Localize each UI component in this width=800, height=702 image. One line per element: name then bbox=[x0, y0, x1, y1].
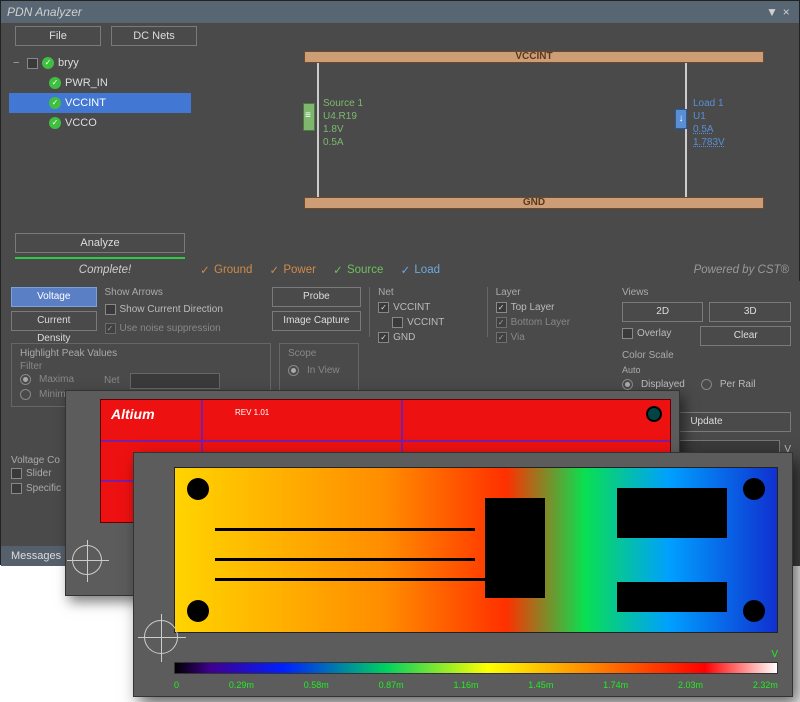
net-vccint-checkbox[interactable]: VCCINT bbox=[378, 302, 478, 313]
analyze-button[interactable]: Analyze bbox=[15, 233, 185, 253]
color-scale-bar bbox=[174, 662, 778, 674]
load-ref: U1 bbox=[693, 110, 725, 123]
status-ok-icon: ✓ bbox=[49, 97, 61, 109]
via-checkbox[interactable]: Via bbox=[496, 332, 606, 343]
close-button[interactable]: × bbox=[779, 5, 793, 19]
tree-item-label: VCCO bbox=[65, 117, 97, 129]
highlight-heading: Highlight Peak Values bbox=[20, 348, 262, 359]
load-info: Load 1 U1 0.5A 1.783V bbox=[693, 97, 725, 149]
pcb-thermal-window[interactable]: V 0 0.29m 0.58m 0.87m 1.16m 1.45m 1.74m … bbox=[133, 452, 793, 697]
scale-unit: V bbox=[771, 649, 778, 660]
tree-item-pwr-in[interactable]: ✓ PWR_IN bbox=[9, 73, 191, 93]
source-title: Source 1 bbox=[323, 97, 363, 110]
views-heading: Views bbox=[622, 287, 791, 298]
check-icon: ✓ bbox=[268, 264, 280, 276]
source-voltage: 1.8V bbox=[323, 123, 363, 136]
tree-root-row[interactable]: − ✓ bryy bbox=[9, 53, 191, 73]
highlight-net-dropdown[interactable] bbox=[130, 373, 220, 389]
view-2d-button[interactable]: 2D bbox=[622, 302, 704, 322]
pcb-brand: Altium bbox=[111, 406, 155, 422]
status-bar: Complete! ✓Ground ✓Power ✓Source ✓Load P… bbox=[1, 259, 799, 281]
image-capture-button[interactable]: Image Capture bbox=[272, 311, 362, 331]
tab-file[interactable]: File bbox=[15, 26, 101, 46]
view-3d-button[interactable]: 3D bbox=[709, 302, 791, 322]
net-vccint-sub-checkbox[interactable]: VCCINT bbox=[378, 317, 478, 328]
window-title: PDN Analyzer bbox=[7, 5, 82, 19]
pcb-rev: REV 1.01 bbox=[235, 408, 269, 417]
displayed-radio[interactable] bbox=[622, 379, 633, 390]
scale-ticks: 0 0.29m 0.58m 0.87m 1.16m 1.45m 1.74m 2.… bbox=[174, 680, 778, 690]
net-gnd-checkbox[interactable]: GND bbox=[378, 332, 478, 343]
source-current: 0.5A bbox=[323, 136, 363, 149]
check-icon: ✓ bbox=[332, 264, 344, 276]
root-checkbox[interactable] bbox=[27, 58, 38, 69]
legend-load: ✓Load bbox=[399, 264, 440, 276]
net-heading: Net bbox=[378, 287, 478, 298]
probe-button[interactable]: Probe bbox=[272, 287, 362, 307]
expand-icon[interactable]: − bbox=[13, 57, 23, 69]
load-current: 0.5A bbox=[693, 123, 725, 136]
pcb-thermal-view[interactable] bbox=[174, 467, 778, 633]
source-block[interactable] bbox=[303, 103, 315, 131]
origin-marker-icon bbox=[144, 620, 178, 654]
source-ref: U4.R19 bbox=[323, 110, 363, 123]
tree-root-label: bryy bbox=[58, 57, 79, 69]
source-info: Source 1 U4.R19 1.8V 0.5A bbox=[323, 97, 363, 149]
net-tree: − ✓ bryy ✓ PWR_IN ✓ VCCINT ✓ VCCO bbox=[1, 49, 199, 233]
power-rail-top[interactable]: VCCINT bbox=[304, 51, 764, 63]
analyze-status: Complete! bbox=[11, 264, 199, 276]
tab-dc-nets[interactable]: DC Nets bbox=[111, 26, 197, 46]
filter-label: Filter bbox=[20, 361, 74, 372]
load-voltage: 1.783V bbox=[693, 136, 725, 149]
check-icon: ✓ bbox=[399, 264, 411, 276]
powered-by: Powered by CST® bbox=[694, 264, 789, 276]
mounting-hole-icon bbox=[646, 406, 662, 422]
schematic-view[interactable]: VCCINT GND ↓ Source 1 U4.R19 1.8V 0.5A L… bbox=[199, 49, 799, 233]
in-view-radio[interactable] bbox=[288, 365, 299, 376]
top-tabs: File DC Nets bbox=[1, 23, 799, 49]
bottom-layer-checkbox[interactable]: Bottom Layer bbox=[496, 317, 606, 328]
layer-heading: Layer bbox=[496, 287, 606, 298]
legend-power: ✓Power bbox=[268, 264, 316, 276]
overlay-checkbox[interactable]: Overlay bbox=[622, 326, 695, 341]
current-density-button[interactable]: Current Density bbox=[11, 311, 97, 331]
show-current-direction-checkbox[interactable]: Show Current Direction bbox=[105, 302, 264, 317]
tree-item-vcco[interactable]: ✓ VCCO bbox=[9, 113, 191, 133]
load-block[interactable]: ↓ bbox=[675, 109, 687, 129]
check-icon: ✓ bbox=[199, 264, 211, 276]
power-rail-bottom[interactable]: GND bbox=[304, 197, 764, 209]
per-rail-radio[interactable] bbox=[701, 379, 712, 390]
status-ok-icon: ✓ bbox=[49, 77, 61, 89]
voltage-button[interactable]: Voltage bbox=[11, 287, 97, 307]
messages-tab[interactable]: Messages bbox=[1, 546, 71, 566]
tree-item-label: PWR_IN bbox=[65, 77, 108, 89]
legend-source: ✓Source bbox=[332, 264, 383, 276]
minima-radio[interactable] bbox=[20, 389, 31, 400]
tree-item-vccint[interactable]: ✓ VCCINT bbox=[9, 93, 191, 113]
pin-button[interactable]: ▼ bbox=[765, 5, 779, 19]
status-ok-icon: ✓ bbox=[49, 117, 61, 129]
wire-right bbox=[685, 63, 687, 197]
wire-left bbox=[317, 63, 319, 197]
scope-label: Scope bbox=[288, 348, 350, 359]
show-arrows-heading: Show Arrows bbox=[105, 287, 264, 298]
top-layer-checkbox[interactable]: Top Layer bbox=[496, 302, 606, 313]
status-ok-icon: ✓ bbox=[42, 57, 54, 69]
maxima-radio[interactable] bbox=[20, 374, 31, 385]
legend-ground: ✓Ground bbox=[199, 264, 252, 276]
load-title: Load 1 bbox=[693, 97, 725, 110]
tree-item-label: VCCINT bbox=[65, 97, 106, 109]
title-bar: PDN Analyzer ▼ × bbox=[1, 1, 799, 23]
origin-marker-icon bbox=[72, 545, 102, 575]
noise-suppression-checkbox: Use noise suppression bbox=[105, 321, 264, 336]
